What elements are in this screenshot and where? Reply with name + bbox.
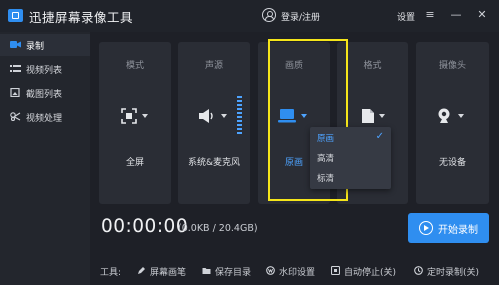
camera-value: 无设备 xyxy=(438,158,466,168)
brush-icon xyxy=(138,267,145,274)
audio-source-value: 系统&麦克风 xyxy=(187,158,241,168)
tools-label: 工具: xyxy=(100,268,122,278)
watermark-icon xyxy=(266,266,275,275)
title-bar: 迅捷屏幕录像工具 登录/注册 设置 ≡ — ✕ xyxy=(0,0,499,32)
audio-source-title: 声源 xyxy=(204,61,223,71)
check-icon: ✓ xyxy=(375,131,384,142)
tool-label: 保存目录 xyxy=(215,268,252,278)
tool-label: 定时录制(关) xyxy=(427,268,480,278)
mode-title: 模式 xyxy=(125,61,144,71)
video-process-icon xyxy=(10,112,21,121)
file-format-icon xyxy=(362,109,374,123)
sidebar-item-screenshot-list[interactable]: 截图列表 xyxy=(0,82,90,104)
quality-option-hd[interactable]: 高清 xyxy=(310,148,391,168)
auto-stop-icon xyxy=(331,266,340,275)
sidebar: 录制 视频列表 截图列表 视频处理 xyxy=(0,32,90,285)
dropdown-option-label: 标清 xyxy=(317,174,335,184)
quality-dropdown: 原画 ✓ 高清 标清 xyxy=(310,127,391,189)
file-size-info: (0.0KB / 20.4GB) xyxy=(178,223,258,234)
quality-option-original[interactable]: 原画 ✓ xyxy=(310,128,391,148)
start-recording-button[interactable]: 开始录制 xyxy=(408,213,489,243)
chevron-down-icon xyxy=(379,114,385,118)
app-logo-icon xyxy=(8,9,23,22)
dropdown-option-label: 原画 xyxy=(317,134,335,144)
quality-option-sd[interactable]: 标清 xyxy=(310,168,391,188)
mode-card[interactable]: 模式 全屏 xyxy=(99,42,171,204)
sidebar-item-label: 视频处理 xyxy=(26,114,63,124)
timer-icon xyxy=(414,266,423,275)
play-icon xyxy=(419,221,433,235)
tools-bar: 工具: 屏幕画笔 保存目录 水印设置 自动停止(关) 定时录制(关) xyxy=(90,258,499,285)
sidebar-item-label: 视频列表 xyxy=(26,66,63,76)
speaker-icon xyxy=(199,109,213,123)
sidebar-item-label: 截图列表 xyxy=(26,90,63,100)
start-recording-label: 开始录制 xyxy=(438,225,478,236)
mode-value: 全屏 xyxy=(125,158,144,168)
audio-source-card[interactable]: 声源 系统&麦克风 xyxy=(178,42,250,204)
chevron-down-icon xyxy=(142,114,148,118)
close-button[interactable]: ✕ xyxy=(473,6,491,24)
video-list-icon xyxy=(10,65,21,72)
sidebar-item-video-list[interactable]: 视频列表 xyxy=(0,58,90,80)
tool-label: 屏幕画笔 xyxy=(150,268,187,278)
tool-label: 水印设置 xyxy=(279,268,316,278)
fullscreen-icon xyxy=(121,108,137,124)
chevron-down-icon xyxy=(458,114,464,118)
recording-timer: 00:00:00 xyxy=(101,216,189,237)
screenshot-list-icon xyxy=(10,88,20,97)
sidebar-item-record[interactable]: 录制 xyxy=(0,34,90,56)
chevron-down-icon xyxy=(221,114,227,118)
camera-card[interactable]: 摄像头 无设备 xyxy=(416,42,489,204)
settings-button[interactable]: 设置 xyxy=(397,10,415,23)
sidebar-item-label: 录制 xyxy=(26,42,45,52)
camera-icon xyxy=(438,108,450,123)
dropdown-option-label: 高清 xyxy=(317,154,335,164)
user-icon[interactable] xyxy=(262,8,276,22)
record-icon xyxy=(10,41,21,48)
volume-meter-icon xyxy=(237,96,242,134)
sidebar-item-video-process[interactable]: 视频处理 xyxy=(0,106,90,128)
folder-icon xyxy=(202,268,211,274)
menu-icon[interactable]: ≡ xyxy=(421,6,439,24)
login-register-link[interactable]: 登录/注册 xyxy=(281,10,320,23)
tool-label: 自动停止(关) xyxy=(344,268,397,278)
app-title: 迅捷屏幕录像工具 xyxy=(29,10,134,25)
minimize-button[interactable]: — xyxy=(447,6,465,24)
camera-title: 摄像头 xyxy=(438,61,466,71)
